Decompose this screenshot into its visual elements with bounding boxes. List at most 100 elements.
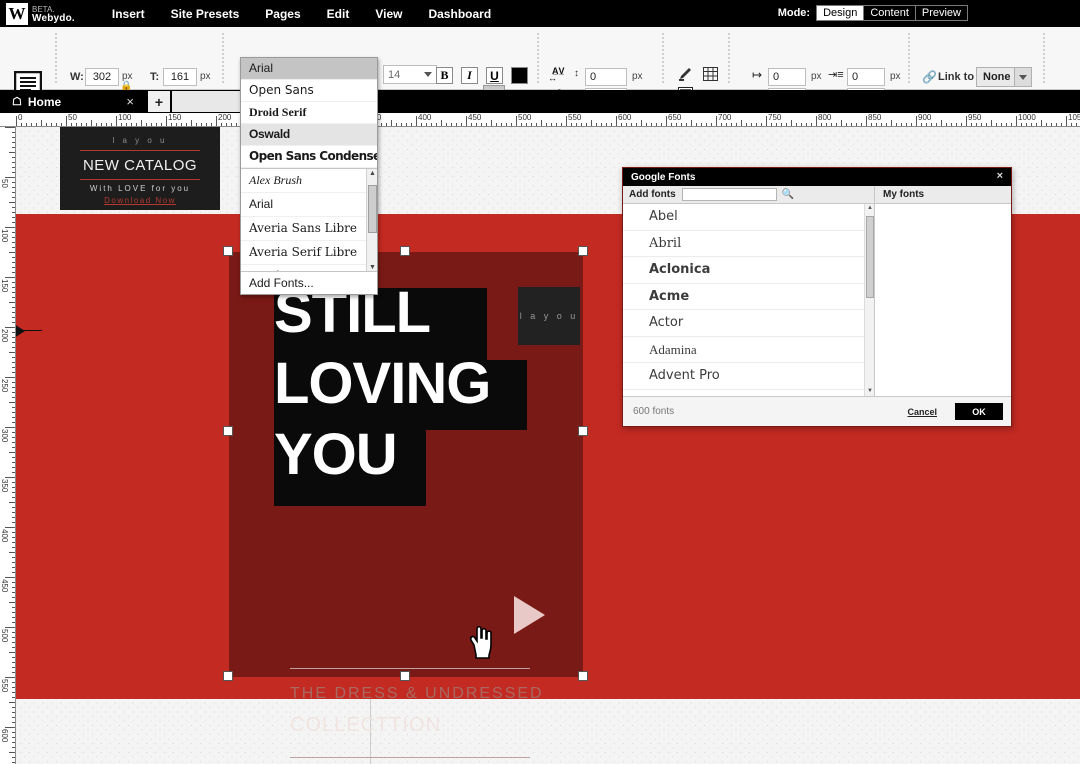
font-option-arial[interactable]: Arial (241, 58, 377, 80)
add-fonts-menu-item[interactable]: Add Fonts... (241, 272, 377, 294)
link-to-select[interactable]: None (976, 67, 1032, 87)
menu-item-insert[interactable]: Insert (99, 2, 158, 26)
font-option-averia-serif-libre[interactable]: Averia Serif Libre (241, 241, 377, 265)
google-font-item-adamina[interactable]: Adamina (623, 337, 874, 364)
font-color-button[interactable] (511, 67, 528, 84)
ok-button[interactable]: OK (955, 403, 1003, 420)
tab-home[interactable]: ☖ Home × (4, 90, 144, 113)
scroll-down-icon[interactable]: ▼ (368, 263, 377, 272)
ruler-tick (131, 123, 132, 126)
table-icon[interactable] (703, 67, 718, 81)
ruler-tick (576, 123, 577, 126)
resize-handle-se[interactable] (578, 671, 588, 681)
font-option-arial[interactable]: Arial (241, 193, 377, 217)
my-fonts-panel[interactable] (875, 204, 1011, 396)
top-label: T: (150, 71, 159, 83)
tab-close-icon[interactable]: × (126, 94, 134, 109)
font-option-cursive[interactable]: Cursive (241, 265, 377, 272)
ruler-tick (511, 123, 512, 126)
scrollbar-thumb[interactable] (866, 216, 874, 298)
ruler-tick (571, 123, 572, 126)
google-font-item-abril[interactable]: Abril (623, 231, 874, 258)
scroll-down-icon[interactable]: ▼ (866, 387, 874, 396)
resize-handle-ne[interactable] (578, 246, 588, 256)
ruler-label: 1050 (1068, 113, 1080, 122)
add-page-button[interactable]: + (148, 91, 170, 112)
font-option-open-sans[interactable]: Open Sans (241, 80, 377, 102)
ruler-tick (221, 123, 222, 126)
resize-handle-n[interactable] (400, 246, 410, 256)
font-family-dropdown[interactable]: ArialOpen SansDroid SerifOswaldOpen Sans… (240, 57, 378, 295)
resize-handle-nw[interactable] (223, 246, 233, 256)
ruler-tick (466, 116, 467, 126)
google-font-item-aclonica[interactable]: Aclonica (623, 257, 874, 284)
google-font-item-actor[interactable]: Actor (623, 310, 874, 337)
resize-handle-s[interactable] (400, 671, 410, 681)
font-option-open-sans-condensed[interactable]: Open Sans Condensed (241, 146, 377, 168)
google-font-item-abel[interactable]: Abel (623, 204, 874, 231)
ruler-tick (61, 123, 62, 126)
catalog-header-widget[interactable]: l a y o u NEW CATALOG With LOVE for you … (60, 127, 220, 210)
top-unit: px (200, 71, 211, 82)
scroll-up-icon[interactable]: ▲ (368, 169, 377, 179)
scroll-up-icon[interactable]: ▲ (866, 204, 874, 213)
menu-item-view[interactable]: View (362, 2, 415, 26)
ruler-label: 600 (618, 113, 631, 122)
font-size-select[interactable]: 14 (383, 65, 437, 84)
width-input[interactable] (85, 68, 119, 86)
font-option-oswald[interactable]: Oswald (241, 124, 377, 146)
horizontal-ruler[interactable]: 0501001502002503003504004505005506006507… (0, 113, 1080, 127)
ruler-tick (12, 417, 15, 418)
underline-button[interactable]: U (486, 67, 503, 84)
padding-top-input[interactable] (768, 68, 806, 86)
letter-spacing-unit: px (632, 71, 643, 82)
google-fonts-dialog[interactable]: Google Fonts × Add fonts 🔍 My fonts Abel… (622, 167, 1012, 427)
font-option-droid-serif[interactable]: Droid Serif (241, 102, 377, 124)
catalog-download-link[interactable]: Download Now (60, 196, 220, 205)
menu-item-site-presets[interactable]: Site Presets (158, 2, 253, 26)
menu-item-pages[interactable]: Pages (252, 2, 313, 26)
top-input[interactable] (163, 68, 197, 86)
ruler-tick (786, 123, 787, 126)
google-font-item-acme[interactable]: Acme (623, 284, 874, 311)
ruler-tick (986, 123, 987, 126)
resize-handle-sw[interactable] (223, 671, 233, 681)
mode-button-group: DesignContentPreview (816, 5, 968, 21)
ruler-tick (721, 123, 722, 126)
italic-button[interactable]: I (461, 67, 478, 84)
google-font-item-advent-pro[interactable]: Advent Pro (623, 363, 874, 390)
ruler-tick (826, 123, 827, 126)
ruler-tick (436, 123, 437, 126)
close-icon[interactable]: × (997, 170, 1003, 182)
ruler-tick (12, 387, 15, 388)
padding-left-input[interactable] (847, 68, 885, 86)
font-scroll-list[interactable]: Alex BrushArialAveria Sans LibreAveria S… (241, 168, 377, 272)
search-icon[interactable]: 🔍 (782, 189, 794, 200)
font-option-alex-brush[interactable]: Alex Brush (241, 169, 377, 193)
scrollbar-thumb[interactable] (368, 185, 377, 233)
letter-stepper-icon[interactable]: ↕ (574, 68, 579, 79)
format-painter-icon[interactable] (678, 67, 692, 82)
letter-spacing-input[interactable] (585, 68, 627, 86)
ruler-tick (5, 577, 15, 578)
menu-item-dashboard[interactable]: Dashboard (415, 2, 504, 26)
font-list-scrollbar[interactable]: ▲ ▼ (366, 169, 377, 272)
letter-spacing-arrow-icon: ↔ (548, 73, 557, 83)
ruler-tick (12, 532, 15, 533)
google-fonts-scrollbar[interactable]: ▲ ▼ (864, 204, 874, 396)
ruler-tick (501, 123, 502, 126)
font-option-averia-sans-libre[interactable]: Averia Sans Libre (241, 217, 377, 241)
bold-button[interactable]: B (436, 67, 453, 84)
menu-item-edit[interactable]: Edit (314, 2, 363, 26)
vertical-ruler[interactable]: 50100150200250300350400450500550600 (0, 127, 16, 764)
google-fonts-list[interactable]: AbelAbrilAclonicaAcmeActorAdaminaAdvent … (623, 204, 875, 396)
mode-button-design[interactable]: Design (817, 6, 864, 20)
mode-button-preview[interactable]: Preview (916, 6, 967, 20)
cancel-button[interactable]: Cancel (907, 407, 937, 417)
resize-handle-w[interactable] (223, 426, 233, 436)
font-search-input[interactable] (682, 188, 777, 201)
ruler-tick (766, 116, 767, 126)
app-logo[interactable]: W BETA. Webydo. (6, 3, 75, 25)
mode-button-content[interactable]: Content (864, 6, 916, 20)
resize-handle-e[interactable] (578, 426, 588, 436)
